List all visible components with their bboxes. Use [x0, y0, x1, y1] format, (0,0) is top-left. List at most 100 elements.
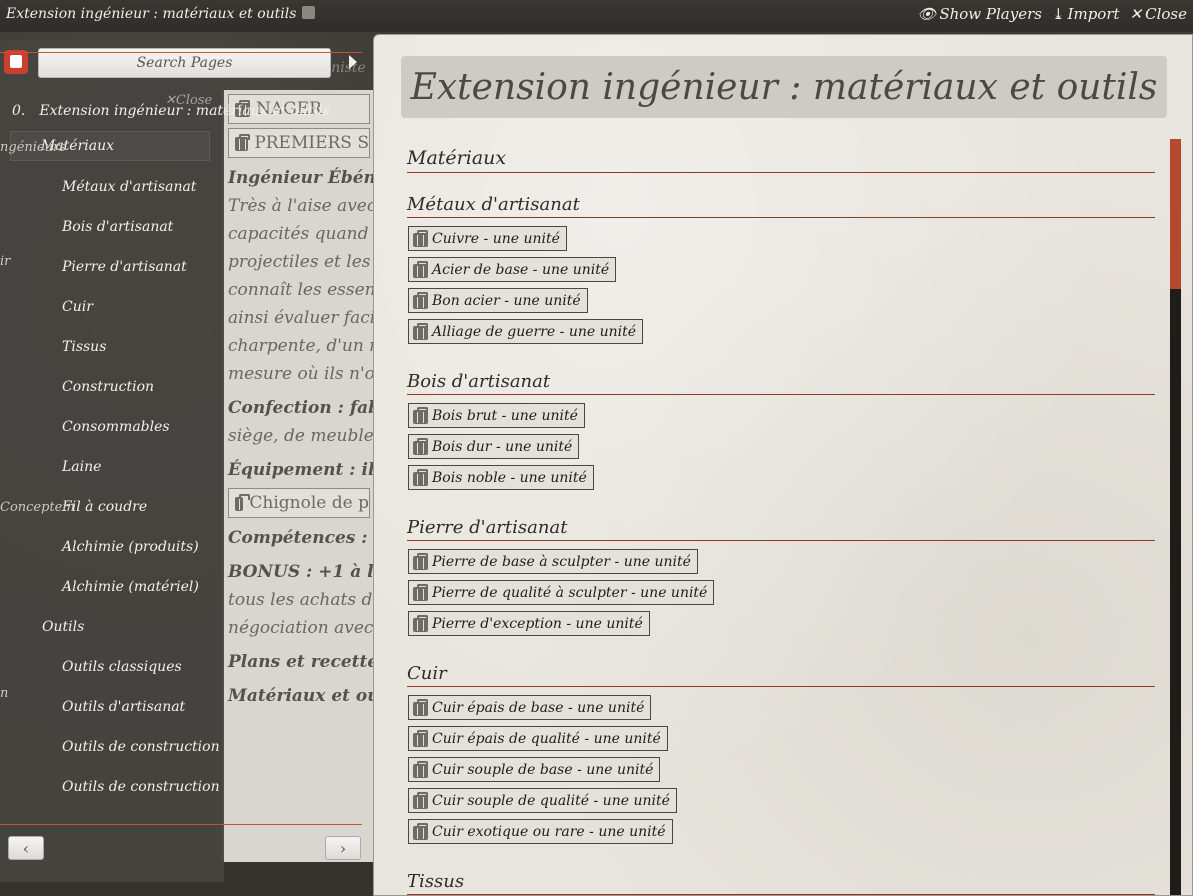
next-page-button[interactable]: ›: [325, 836, 361, 860]
tree-item[interactable]: Outils classiques: [0, 647, 224, 687]
tree-item[interactable]: Alchimie (produits): [0, 527, 224, 567]
middle-page-heading: Plans et recettes: [228, 652, 374, 672]
item-link[interactable]: Cuir épais de base - une unité: [408, 695, 652, 720]
item-link[interactable]: Cuir épais de qualité - une unité: [408, 726, 668, 751]
tree-item[interactable]: Outils d'artisanat: [0, 687, 224, 727]
handout-panel: Extension ingénieur : matériaux et outil…: [373, 34, 1193, 896]
import-label: Import: [1067, 5, 1120, 23]
item-row: Bois dur - une unité: [407, 434, 1155, 465]
middle-item-chip[interactable]: Chignole de p: [228, 488, 370, 518]
item-link[interactable]: Alliage de guerre - une unité: [408, 319, 644, 344]
item-row: Cuir souple de qualité - une unité: [407, 788, 1155, 819]
edge-text: ir: [0, 254, 11, 269]
item-row: Cuir épais de qualité - une unité: [407, 726, 1155, 757]
middle-page-heading: Ingénieur Ébénis: [228, 168, 374, 188]
window-title: Extension ingénieur : matériaux et outil…: [6, 6, 316, 22]
item-bag-icon: [235, 134, 251, 151]
item-bag-icon: [413, 698, 428, 716]
close-button[interactable]: ✕ Close: [1130, 5, 1187, 23]
item-link[interactable]: Bois brut - une unité: [408, 403, 585, 428]
item-bag-icon: [413, 791, 428, 809]
download-icon: ⤓: [1051, 5, 1065, 23]
item-row: Acier de base - une unité: [407, 257, 1155, 288]
middle-page-text: connaît les essenc: [228, 280, 374, 300]
tree-item[interactable]: Alchimie (matériel): [0, 567, 224, 607]
item-bag-icon: [413, 291, 428, 309]
scrollbar-thumb[interactable]: [1170, 139, 1181, 289]
tree-item[interactable]: Consommables: [0, 407, 224, 447]
item-row: Pierre de qualité à sculpter - une unité: [407, 580, 1155, 611]
show-players-button[interactable]: 👁 Show Players: [917, 5, 1042, 23]
middle-page-heading: BONUS : +1 à la: [228, 562, 374, 582]
chip-label: PREMIERS S: [254, 133, 369, 153]
handout-title: Extension ingénieur : matériaux et outil…: [401, 56, 1167, 118]
tree-item[interactable]: Cuir: [0, 287, 224, 327]
item-label: Cuir épais de base - une unité: [432, 699, 645, 716]
handout-content: Matériaux Métaux d'artisanat Cuivre - une…: [407, 139, 1155, 895]
tree-item[interactable]: Tissus: [0, 327, 224, 367]
item-link[interactable]: Pierre d'exception - une unité: [408, 611, 650, 636]
subsection-heading: Pierre d'artisanat: [407, 516, 1155, 541]
middle-page-text: projectiles et les b: [228, 252, 374, 272]
item-row: Cuir souple de base - une unité: [407, 757, 1155, 788]
item-bag-icon: [413, 468, 428, 486]
item-link[interactable]: Bois dur - une unité: [408, 434, 580, 459]
edge-text: ngénieurs: [0, 140, 66, 155]
item-link[interactable]: Bois noble - une unité: [408, 465, 594, 490]
middle-page-text: tous les achats d'o: [228, 590, 374, 610]
item-link[interactable]: Acier de base - une unité: [408, 257, 617, 282]
title-bar: Extension ingénieur : matériaux et outil…: [0, 0, 1193, 32]
item-label: Pierre de qualité à sculpter - une unité: [432, 584, 708, 601]
item-bag-icon: [413, 322, 428, 340]
window-actions: 👁 Show Players ⤓ Import ✕ Close: [917, 5, 1187, 23]
handout-icon[interactable]: [302, 6, 316, 19]
item-link[interactable]: Bon acier - une unité: [408, 288, 588, 313]
item-label: Bois dur - une unité: [432, 438, 573, 455]
item-label: Bon acier - une unité: [432, 292, 581, 309]
close-tab-label[interactable]: ✕Close: [165, 93, 212, 108]
subsection-heading: Métaux d'artisanat: [407, 193, 1155, 218]
edge-text: n: [0, 686, 9, 701]
tree-item[interactable]: Métaux d'artisanat: [0, 167, 224, 207]
item-label: Pierre de base à sculpter - une unité: [432, 553, 691, 570]
tree-item[interactable]: Pierre d'artisanat: [0, 247, 224, 287]
tree-item[interactable]: Outils de construction: [0, 767, 224, 807]
tree-item[interactable]: Laine: [0, 447, 224, 487]
tree-section[interactable]: Outils: [0, 607, 224, 647]
item-label: Alliage de guerre - une unité: [432, 323, 637, 340]
item-row: Cuivre - une unité: [407, 226, 1155, 257]
tree-item[interactable]: Bois d'artisanat: [0, 207, 224, 247]
item-link[interactable]: Pierre de qualité à sculpter - une unité: [408, 580, 715, 605]
root-number: 0.: [12, 103, 26, 119]
prev-page-button[interactable]: ‹: [8, 836, 44, 860]
middle-page-text: capacités quand il: [228, 224, 374, 244]
middle-page: NAGERPREMIERS SIngénieur ÉbénisTrès à l'…: [222, 90, 374, 862]
new-note-icon[interactable]: [4, 50, 28, 74]
item-bag-icon: [413, 229, 428, 247]
subsection-heading: Tissus: [407, 870, 1155, 895]
item-label: Cuir souple de qualité - une unité: [432, 792, 670, 809]
subsection-heading: Bois d'artisanat: [407, 370, 1155, 395]
middle-page-text: mesure où ils n'on: [228, 364, 374, 384]
middle-page-heading: Confection : fabr: [228, 398, 374, 418]
item-row: Bois brut - une unité: [407, 403, 1155, 434]
middle-page-text: négociation avec c: [228, 618, 374, 638]
item-link[interactable]: Cuivre - une unité: [408, 226, 567, 251]
journal-sidebar: Search Pages 0. Extension ingénieur : mat…: [0, 40, 331, 882]
play-arrow-icon[interactable]: [349, 55, 357, 69]
middle-page-text: Très à l'aise avec: [228, 196, 374, 216]
item-link[interactable]: Pierre de base à sculpter - une unité: [408, 549, 698, 574]
middle-page-heading: Compétences : a: [228, 528, 374, 548]
item-label: Acier de base - une unité: [432, 261, 610, 278]
item-link[interactable]: Cuir exotique ou rare - une unité: [408, 819, 673, 844]
item-label: Pierre d'exception - une unité: [432, 615, 643, 632]
tree-item[interactable]: Outils de construction: [0, 727, 224, 767]
item-link[interactable]: Cuir souple de qualité - une unité: [408, 788, 677, 813]
middle-item-chip[interactable]: PREMIERS S: [228, 128, 370, 158]
item-bag-icon: [413, 729, 428, 747]
import-button[interactable]: ⤓ Import: [1052, 5, 1120, 23]
item-link[interactable]: Cuir souple de base - une unité: [408, 757, 661, 782]
item-bag-icon: [235, 494, 251, 511]
page-tree: 0. Extension ingénieur : matériaux et out…: [0, 103, 330, 807]
tree-item[interactable]: Construction: [0, 367, 224, 407]
